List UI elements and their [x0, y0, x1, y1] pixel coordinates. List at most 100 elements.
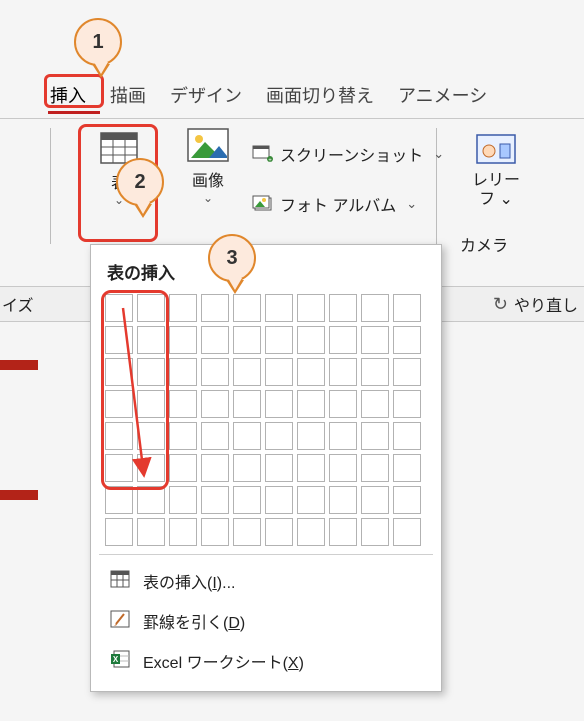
- grid-cell[interactable]: [201, 358, 229, 386]
- grid-cell[interactable]: [201, 422, 229, 450]
- grid-cell[interactable]: [169, 486, 197, 514]
- grid-cell[interactable]: [297, 390, 325, 418]
- grid-cell[interactable]: [265, 390, 293, 418]
- grid-cell[interactable]: [361, 326, 389, 354]
- redo-button[interactable]: ↻ やり直し: [493, 292, 578, 316]
- grid-cell[interactable]: [297, 518, 325, 546]
- grid-cell[interactable]: [137, 454, 165, 482]
- table-small-icon: [109, 570, 131, 593]
- menu-insert-table[interactable]: 表の挿入(I)...: [105, 561, 427, 601]
- grid-cell[interactable]: [201, 518, 229, 546]
- grid-cell[interactable]: [297, 294, 325, 322]
- grid-cell[interactable]: [393, 390, 421, 418]
- grid-cell[interactable]: [233, 486, 261, 514]
- grid-cell[interactable]: [233, 518, 261, 546]
- grid-cell[interactable]: [137, 486, 165, 514]
- grid-cell[interactable]: [329, 358, 357, 386]
- screenshot-label: スクリーンショット: [280, 142, 423, 166]
- grid-cell[interactable]: [137, 518, 165, 546]
- grid-cell[interactable]: [201, 390, 229, 418]
- tab-insert[interactable]: 挿入: [46, 80, 90, 110]
- relief-button[interactable]: レリー フ ⌄: [456, 134, 536, 209]
- grid-cell[interactable]: [105, 518, 133, 546]
- grid-cell[interactable]: [105, 358, 133, 386]
- image-dropdown-button[interactable]: 画像 ⌄: [176, 128, 240, 205]
- grid-cell[interactable]: [105, 422, 133, 450]
- grid-cell[interactable]: [265, 358, 293, 386]
- grid-cell[interactable]: [201, 326, 229, 354]
- grid-cell[interactable]: [233, 326, 261, 354]
- grid-cell[interactable]: [137, 390, 165, 418]
- grid-cell[interactable]: [265, 422, 293, 450]
- grid-cell[interactable]: [361, 422, 389, 450]
- grid-cell[interactable]: [169, 358, 197, 386]
- grid-cell[interactable]: [329, 454, 357, 482]
- grid-cell[interactable]: [233, 358, 261, 386]
- grid-cell[interactable]: [265, 454, 293, 482]
- grid-cell[interactable]: [265, 486, 293, 514]
- grid-cell[interactable]: [361, 390, 389, 418]
- tab-draw[interactable]: 描画: [106, 80, 150, 110]
- grid-cell[interactable]: [329, 486, 357, 514]
- grid-cell[interactable]: [297, 422, 325, 450]
- grid-cell[interactable]: [169, 326, 197, 354]
- table-size-grid[interactable]: [105, 294, 427, 546]
- grid-cell[interactable]: [233, 390, 261, 418]
- photo-album-button[interactable]: フォト アルバム ⌄: [252, 192, 417, 216]
- grid-cell[interactable]: [393, 518, 421, 546]
- grid-cell[interactable]: [297, 326, 325, 354]
- grid-cell[interactable]: [393, 422, 421, 450]
- grid-cell[interactable]: [105, 486, 133, 514]
- grid-cell[interactable]: [297, 454, 325, 482]
- grid-cell[interactable]: [169, 454, 197, 482]
- grid-cell[interactable]: [201, 294, 229, 322]
- grid-cell[interactable]: [265, 518, 293, 546]
- grid-cell[interactable]: [137, 326, 165, 354]
- grid-cell[interactable]: [105, 454, 133, 482]
- grid-cell[interactable]: [361, 358, 389, 386]
- grid-cell[interactable]: [361, 454, 389, 482]
- grid-cell[interactable]: [169, 294, 197, 322]
- menu-draw-table[interactable]: 罫線を引く(D): [105, 601, 427, 641]
- grid-cell[interactable]: [361, 518, 389, 546]
- screenshot-button[interactable]: + スクリーンショット ⌄: [252, 142, 444, 166]
- grid-cell[interactable]: [105, 390, 133, 418]
- grid-cell[interactable]: [169, 422, 197, 450]
- grid-cell[interactable]: [169, 390, 197, 418]
- grid-cell[interactable]: [169, 518, 197, 546]
- camera-label[interactable]: カメラ: [460, 232, 508, 256]
- grid-cell[interactable]: [233, 454, 261, 482]
- menu-excel-sheet[interactable]: X Excel ワークシート(X): [105, 641, 427, 681]
- tab-transition[interactable]: 画面切り替え: [262, 80, 378, 110]
- grid-cell[interactable]: [105, 326, 133, 354]
- grid-cell[interactable]: [361, 486, 389, 514]
- grid-cell[interactable]: [329, 390, 357, 418]
- grid-cell[interactable]: [393, 358, 421, 386]
- grid-cell[interactable]: [297, 358, 325, 386]
- grid-cell[interactable]: [393, 294, 421, 322]
- grid-cell[interactable]: [265, 326, 293, 354]
- grid-cell[interactable]: [361, 294, 389, 322]
- grid-cell[interactable]: [137, 422, 165, 450]
- grid-cell[interactable]: [393, 454, 421, 482]
- grid-cell[interactable]: [297, 486, 325, 514]
- grid-cell[interactable]: [201, 454, 229, 482]
- grid-cell[interactable]: [201, 486, 229, 514]
- tab-design[interactable]: デザイン: [166, 80, 246, 110]
- image-label: 画像: [176, 167, 240, 191]
- grid-cell[interactable]: [329, 326, 357, 354]
- grid-cell[interactable]: [329, 518, 357, 546]
- grid-cell[interactable]: [137, 294, 165, 322]
- grid-cell[interactable]: [233, 422, 261, 450]
- grid-cell[interactable]: [393, 326, 421, 354]
- grid-cell[interactable]: [329, 294, 357, 322]
- grid-cell[interactable]: [137, 358, 165, 386]
- relief-label: レリー フ ⌄: [456, 171, 536, 209]
- grid-cell[interactable]: [329, 422, 357, 450]
- grid-cell[interactable]: [393, 486, 421, 514]
- tab-animation[interactable]: アニメーシ: [394, 80, 491, 110]
- slide-thumb-accent: [0, 490, 38, 500]
- grid-cell[interactable]: [105, 294, 133, 322]
- grid-cell[interactable]: [265, 294, 293, 322]
- grid-cell[interactable]: [233, 294, 261, 322]
